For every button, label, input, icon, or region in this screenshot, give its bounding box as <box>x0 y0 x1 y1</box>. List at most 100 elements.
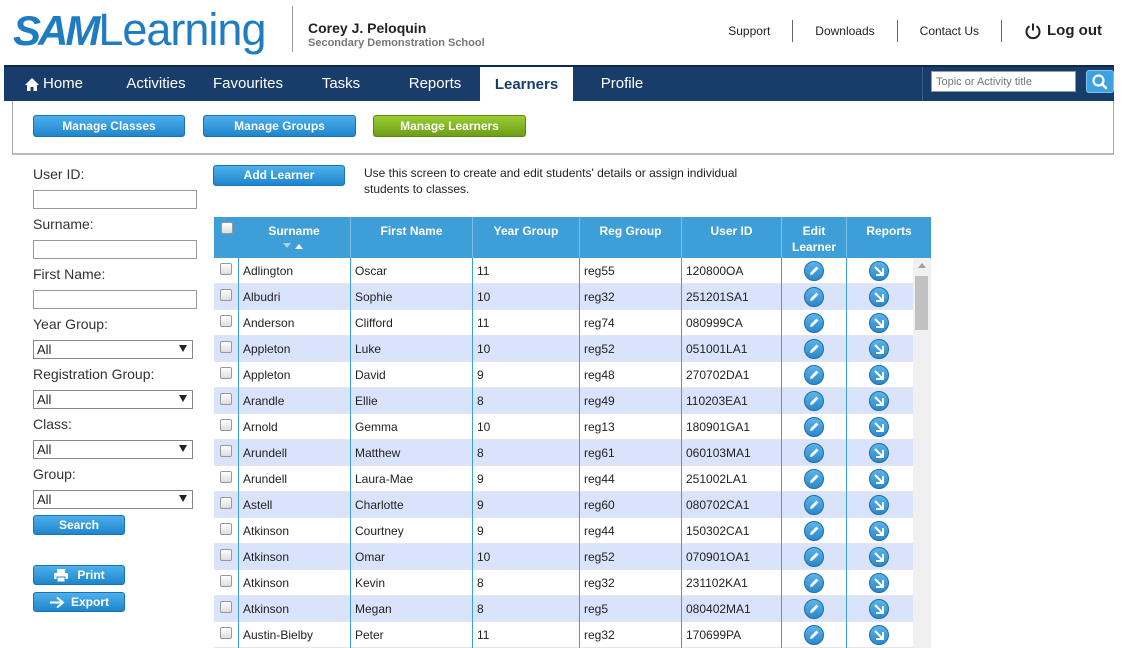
edit-learner-button[interactable] <box>804 625 824 645</box>
scroll-up-arrow-icon[interactable] <box>918 263 926 268</box>
edit-learner-button[interactable] <box>804 313 824 333</box>
pencil-icon <box>810 500 819 509</box>
row-checkbox[interactable] <box>220 445 232 457</box>
nav-tasks[interactable]: Tasks <box>314 67 368 101</box>
nav-home[interactable]: Home <box>24 67 86 101</box>
pencil-icon <box>810 422 819 431</box>
row-checkbox[interactable] <box>220 315 232 327</box>
class-select[interactable]: All <box>33 440 193 459</box>
edit-learner-button[interactable] <box>804 261 824 281</box>
search-filter-button[interactable]: Search <box>33 515 125 535</box>
search-button[interactable] <box>1086 70 1114 93</box>
group-select[interactable]: All <box>33 490 193 509</box>
view-reports-button[interactable] <box>869 417 889 437</box>
downloads-link[interactable]: Downloads <box>792 20 896 42</box>
row-checkbox[interactable] <box>220 601 232 613</box>
edit-learner-button[interactable] <box>804 443 824 463</box>
view-reports-button[interactable] <box>869 365 889 385</box>
col-year-group[interactable]: Year Group <box>472 217 579 258</box>
view-reports-button[interactable] <box>869 599 889 619</box>
first-name-field[interactable] <box>33 290 197 309</box>
cell-surname: Atkinson <box>238 518 350 544</box>
cell-edit <box>781 414 846 440</box>
nav-activities[interactable]: Activities <box>116 67 196 101</box>
col-user-id[interactable]: User ID <box>681 217 781 258</box>
row-checkbox[interactable] <box>220 549 232 561</box>
logout-button[interactable]: Log out <box>1001 20 1102 42</box>
print-button[interactable]: Print <box>33 565 125 585</box>
cell-reg-group: reg5 <box>579 596 681 622</box>
edit-learner-button[interactable] <box>804 469 824 489</box>
row-checkbox[interactable] <box>220 497 232 509</box>
search-input[interactable] <box>931 71 1076 92</box>
row-checkbox[interactable] <box>220 575 232 587</box>
manage-subtabs: Manage Classes Manage Groups Manage Lear… <box>12 101 1114 155</box>
pencil-icon <box>810 552 819 561</box>
row-checkbox[interactable] <box>220 523 232 535</box>
user-id-field[interactable] <box>33 190 197 209</box>
edit-learner-button[interactable] <box>804 495 824 515</box>
row-checkbox[interactable] <box>220 341 232 353</box>
row-checkbox[interactable] <box>220 289 232 301</box>
cell-first-name: Megan <box>350 596 472 622</box>
edit-learner-button[interactable] <box>804 417 824 437</box>
row-checkbox[interactable] <box>220 471 232 483</box>
cell-reg-group: reg74 <box>579 310 681 336</box>
cell-user-id: 150302CA1 <box>681 518 781 544</box>
cell-reports <box>846 284 913 310</box>
table-scrollbar[interactable] <box>913 258 931 648</box>
select-all-checkbox[interactable] <box>221 222 233 234</box>
view-reports-button[interactable] <box>869 443 889 463</box>
surname-field[interactable] <box>33 240 197 259</box>
row-checkbox[interactable] <box>220 367 232 379</box>
col-surname[interactable]: Surname <box>238 217 350 258</box>
edit-learner-button[interactable] <box>804 391 824 411</box>
nav-profile[interactable]: Profile <box>591 67 653 101</box>
view-reports-button[interactable] <box>869 547 889 567</box>
view-reports-button[interactable] <box>869 625 889 645</box>
edit-learner-button[interactable] <box>804 599 824 619</box>
edit-learner-button[interactable] <box>804 339 824 359</box>
cell-surname: Atkinson <box>238 544 350 570</box>
cell-reg-group: reg32 <box>579 284 681 310</box>
view-reports-button[interactable] <box>869 287 889 307</box>
reg-group-select[interactable]: All <box>33 390 193 409</box>
year-group-select[interactable]: All <box>33 340 193 359</box>
view-reports-button[interactable] <box>869 469 889 489</box>
view-reports-button[interactable] <box>869 261 889 281</box>
manage-groups-button[interactable]: Manage Groups <box>203 115 356 137</box>
view-reports-button[interactable] <box>869 573 889 593</box>
cell-user-id: 080702CA1 <box>681 492 781 518</box>
edit-learner-button[interactable] <box>804 287 824 307</box>
manage-learners-button[interactable]: Manage Learners <box>373 115 526 137</box>
row-checkbox[interactable] <box>220 419 232 431</box>
year-group-value: All <box>37 342 52 357</box>
export-button[interactable]: Export <box>33 592 125 612</box>
support-link[interactable]: Support <box>728 20 792 42</box>
col-first-name[interactable]: First Name <box>350 217 472 258</box>
contact-us-link[interactable]: Contact Us <box>896 20 1001 42</box>
view-reports-button[interactable] <box>869 495 889 515</box>
row-checkbox[interactable] <box>220 393 232 405</box>
scroll-thumb[interactable] <box>915 276 928 330</box>
edit-learner-button[interactable] <box>804 521 824 541</box>
edit-learner-button[interactable] <box>804 547 824 567</box>
cell-user-id: 180901GA1 <box>681 414 781 440</box>
nav-favourites[interactable]: Favourites <box>208 67 288 101</box>
row-checkbox[interactable] <box>220 627 232 639</box>
edit-learner-button[interactable] <box>804 365 824 385</box>
view-reports-button[interactable] <box>869 391 889 411</box>
add-learner-button[interactable]: Add Learner <box>213 165 345 186</box>
row-checkbox[interactable] <box>220 263 232 275</box>
cell-surname: Atkinson <box>238 596 350 622</box>
sam-learning-logo[interactable]: SAM Learning <box>13 4 267 56</box>
view-reports-button[interactable] <box>869 313 889 333</box>
edit-learner-button[interactable] <box>804 573 824 593</box>
col-reg-group[interactable]: Reg Group <box>579 217 681 258</box>
manage-classes-button[interactable]: Manage Classes <box>33 115 185 137</box>
view-reports-button[interactable] <box>869 521 889 541</box>
cell-reports <box>846 414 913 440</box>
view-reports-button[interactable] <box>869 339 889 359</box>
nav-reports[interactable]: Reports <box>400 67 470 101</box>
nav-learners[interactable]: Learners <box>480 67 573 103</box>
